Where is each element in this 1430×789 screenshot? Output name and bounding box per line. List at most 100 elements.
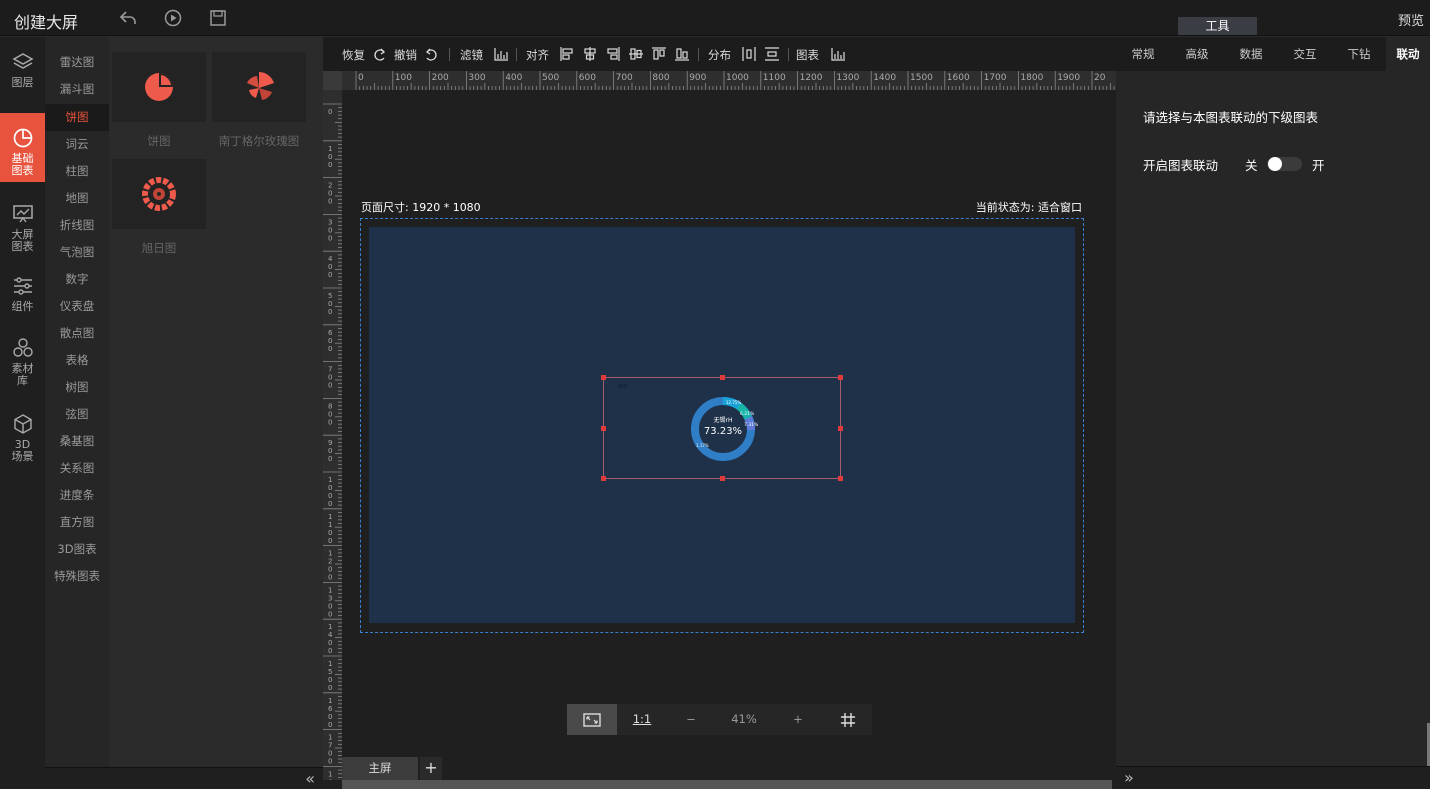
chart-label[interactable]: 图表 <box>796 47 819 63</box>
tab-linkage[interactable]: 联动 <box>1386 37 1430 71</box>
resize-handle[interactable] <box>838 375 843 380</box>
nav-components[interactable]: 组件 <box>0 275 45 321</box>
undo-label[interactable]: 撤销 <box>394 47 417 63</box>
category-item[interactable]: 词云 <box>45 131 109 158</box>
nav-3d-scene[interactable]: 3D场景 <box>0 413 45 469</box>
nav-layers[interactable]: 图层 <box>0 51 45 97</box>
category-item[interactable]: 雷达图 <box>45 49 109 76</box>
ruler-tick-label: 100 <box>328 145 332 169</box>
category-item[interactable]: 数字 <box>45 266 109 293</box>
nav-basic-charts[interactable]: 基础图表 <box>0 113 45 182</box>
category-item[interactable]: 地图 <box>45 185 109 212</box>
chart-thumbnails: 饼图 南丁格尔玫瑰图 旭日图 <box>109 37 323 767</box>
resize-handle[interactable] <box>601 375 606 380</box>
right-panel-footer: » <box>1116 766 1430 789</box>
add-screen-button[interactable]: + <box>420 757 442 780</box>
linkage-title: 请选择与本图表联动的下级图表 <box>1143 110 1319 125</box>
category-item[interactable]: 直方图 <box>45 509 109 536</box>
category-item[interactable]: 进度条 <box>45 482 109 509</box>
undo-arrow-icon[interactable] <box>118 8 138 28</box>
collapse-right-icon[interactable]: » <box>1124 768 1134 787</box>
tab-main-screen[interactable]: 主屏 <box>342 757 418 780</box>
tab-data[interactable]: 数据 <box>1224 37 1278 71</box>
tab-advanced[interactable]: 高级 <box>1170 37 1224 71</box>
category-item[interactable]: 仪表盘 <box>45 293 109 320</box>
screen-frame: 单位 12.75% 6.21% 7.31% 1.17% 无锡rH 73.23% <box>360 218 1084 633</box>
category-item[interactable]: 漏斗图 <box>45 76 109 103</box>
category-item[interactable]: 散点图 <box>45 320 109 347</box>
ruler-tick-label: 1100 <box>763 73 786 83</box>
resize-handle[interactable] <box>601 426 606 431</box>
filter-label[interactable]: 滤镜 <box>460 47 483 63</box>
redo-label[interactable]: 恢复 <box>342 47 365 63</box>
collapse-left-icon[interactable]: « <box>305 769 315 788</box>
ruler-tick-label: 1400 <box>328 623 333 655</box>
align-bottom-icon[interactable] <box>674 46 690 62</box>
align-left-icon[interactable] <box>559 46 575 62</box>
donut-chart-widget[interactable]: 单位 12.75% 6.21% 7.31% 1.17% 无锡rH 73.23% <box>601 375 843 481</box>
chart-icon[interactable] <box>830 46 846 62</box>
save-icon[interactable] <box>208 8 228 28</box>
resize-handle[interactable] <box>601 476 606 481</box>
category-item[interactable]: 关系图 <box>45 455 109 482</box>
category-item[interactable]: 树图 <box>45 374 109 401</box>
align-center-h-icon[interactable] <box>582 46 598 62</box>
preview-button[interactable]: 预览 <box>1398 10 1424 29</box>
distribute-h-icon[interactable] <box>741 46 757 62</box>
actual-size-button[interactable]: 1:1 <box>617 704 667 735</box>
category-item[interactable]: 气泡图 <box>45 239 109 266</box>
zoom-in-button[interactable]: + <box>773 704 823 735</box>
tab-interaction[interactable]: 交互 <box>1278 37 1332 71</box>
ruler-tick-label: 1500 <box>328 660 332 692</box>
thumbnail-label: 饼图 <box>147 134 171 148</box>
category-item[interactable]: 弦图 <box>45 401 109 428</box>
align-top-icon[interactable] <box>651 46 667 62</box>
fit-window-button[interactable] <box>567 704 617 735</box>
category-item[interactable]: 桑基图 <box>45 428 109 455</box>
vertical-ruler[interactable]: 0 100 200 300 400 500 600 700 800 900 1000 1100 1200… <box>323 90 342 780</box>
bar-chart-icon[interactable] <box>493 46 509 62</box>
nav-label: 组件 <box>11 300 34 313</box>
ruler-tick-label: 0 <box>358 73 364 83</box>
nav-assets[interactable]: 素材库 <box>0 337 45 395</box>
thumbnail-pie[interactable] <box>112 52 206 122</box>
horizontal-ruler[interactable]: 0 100 200 300 400 500 600 700 800 900 1000 1100 1200… <box>342 71 1116 90</box>
category-item[interactable]: 表格 <box>45 347 109 374</box>
horizontal-scrollbar[interactable] <box>342 780 1112 789</box>
play-icon[interactable] <box>163 8 183 28</box>
resize-handle[interactable] <box>720 375 725 380</box>
tab-general[interactable]: 常规 <box>1116 37 1170 71</box>
ruler-corner <box>323 71 342 90</box>
align-right-icon[interactable] <box>605 46 621 62</box>
ruler-tick-label: 0 <box>328 108 332 116</box>
thumbnail-sunburst[interactable] <box>112 159 206 229</box>
category-item[interactable]: 柱图 <box>45 158 109 185</box>
distribute-label[interactable]: 分布 <box>708 47 731 63</box>
widget-tiny-label: 单位 <box>618 384 629 390</box>
category-item-active[interactable]: 饼图 <box>45 104 109 131</box>
distribute-v-icon[interactable] <box>764 46 780 62</box>
grid-toggle-button[interactable] <box>824 704 872 735</box>
align-center-v-icon[interactable] <box>628 46 644 62</box>
resize-handle[interactable] <box>720 476 725 481</box>
redo-icon[interactable] <box>371 46 387 62</box>
ruler-tick-label: 1000 <box>328 476 332 508</box>
tab-drilldown[interactable]: 下钻 <box>1332 37 1386 71</box>
properties-tabs: 常规 高级 数据 交互 下钻 联动 <box>1116 37 1430 71</box>
ruler-tick-label: 1600 <box>328 697 333 729</box>
thumbnail-rose[interactable] <box>212 52 306 122</box>
category-item[interactable]: 3D图表 <box>45 536 109 563</box>
resize-handle[interactable] <box>838 426 843 431</box>
left-nav: 图层 基础图表 大屏图表 组件 素材库 3D场景 <box>0 37 45 789</box>
ruler-tick-label: 1500 <box>910 73 933 83</box>
chart-category-list: 雷达图 漏斗图 饼图 词云 柱图 地图 折线图 气泡图 数字 仪表盘 散点图 表… <box>45 37 109 767</box>
undo-icon[interactable] <box>424 46 440 62</box>
tool-tab[interactable]: 工具 <box>1178 17 1257 35</box>
linkage-toggle[interactable] <box>1267 157 1302 171</box>
resize-handle[interactable] <box>838 476 843 481</box>
category-item[interactable]: 折线图 <box>45 212 109 239</box>
category-item[interactable]: 特殊图表 <box>45 563 109 590</box>
zoom-out-button[interactable]: − <box>667 704 715 735</box>
align-label[interactable]: 对齐 <box>526 47 549 63</box>
nav-screen-charts[interactable]: 大屏图表 <box>0 203 45 255</box>
